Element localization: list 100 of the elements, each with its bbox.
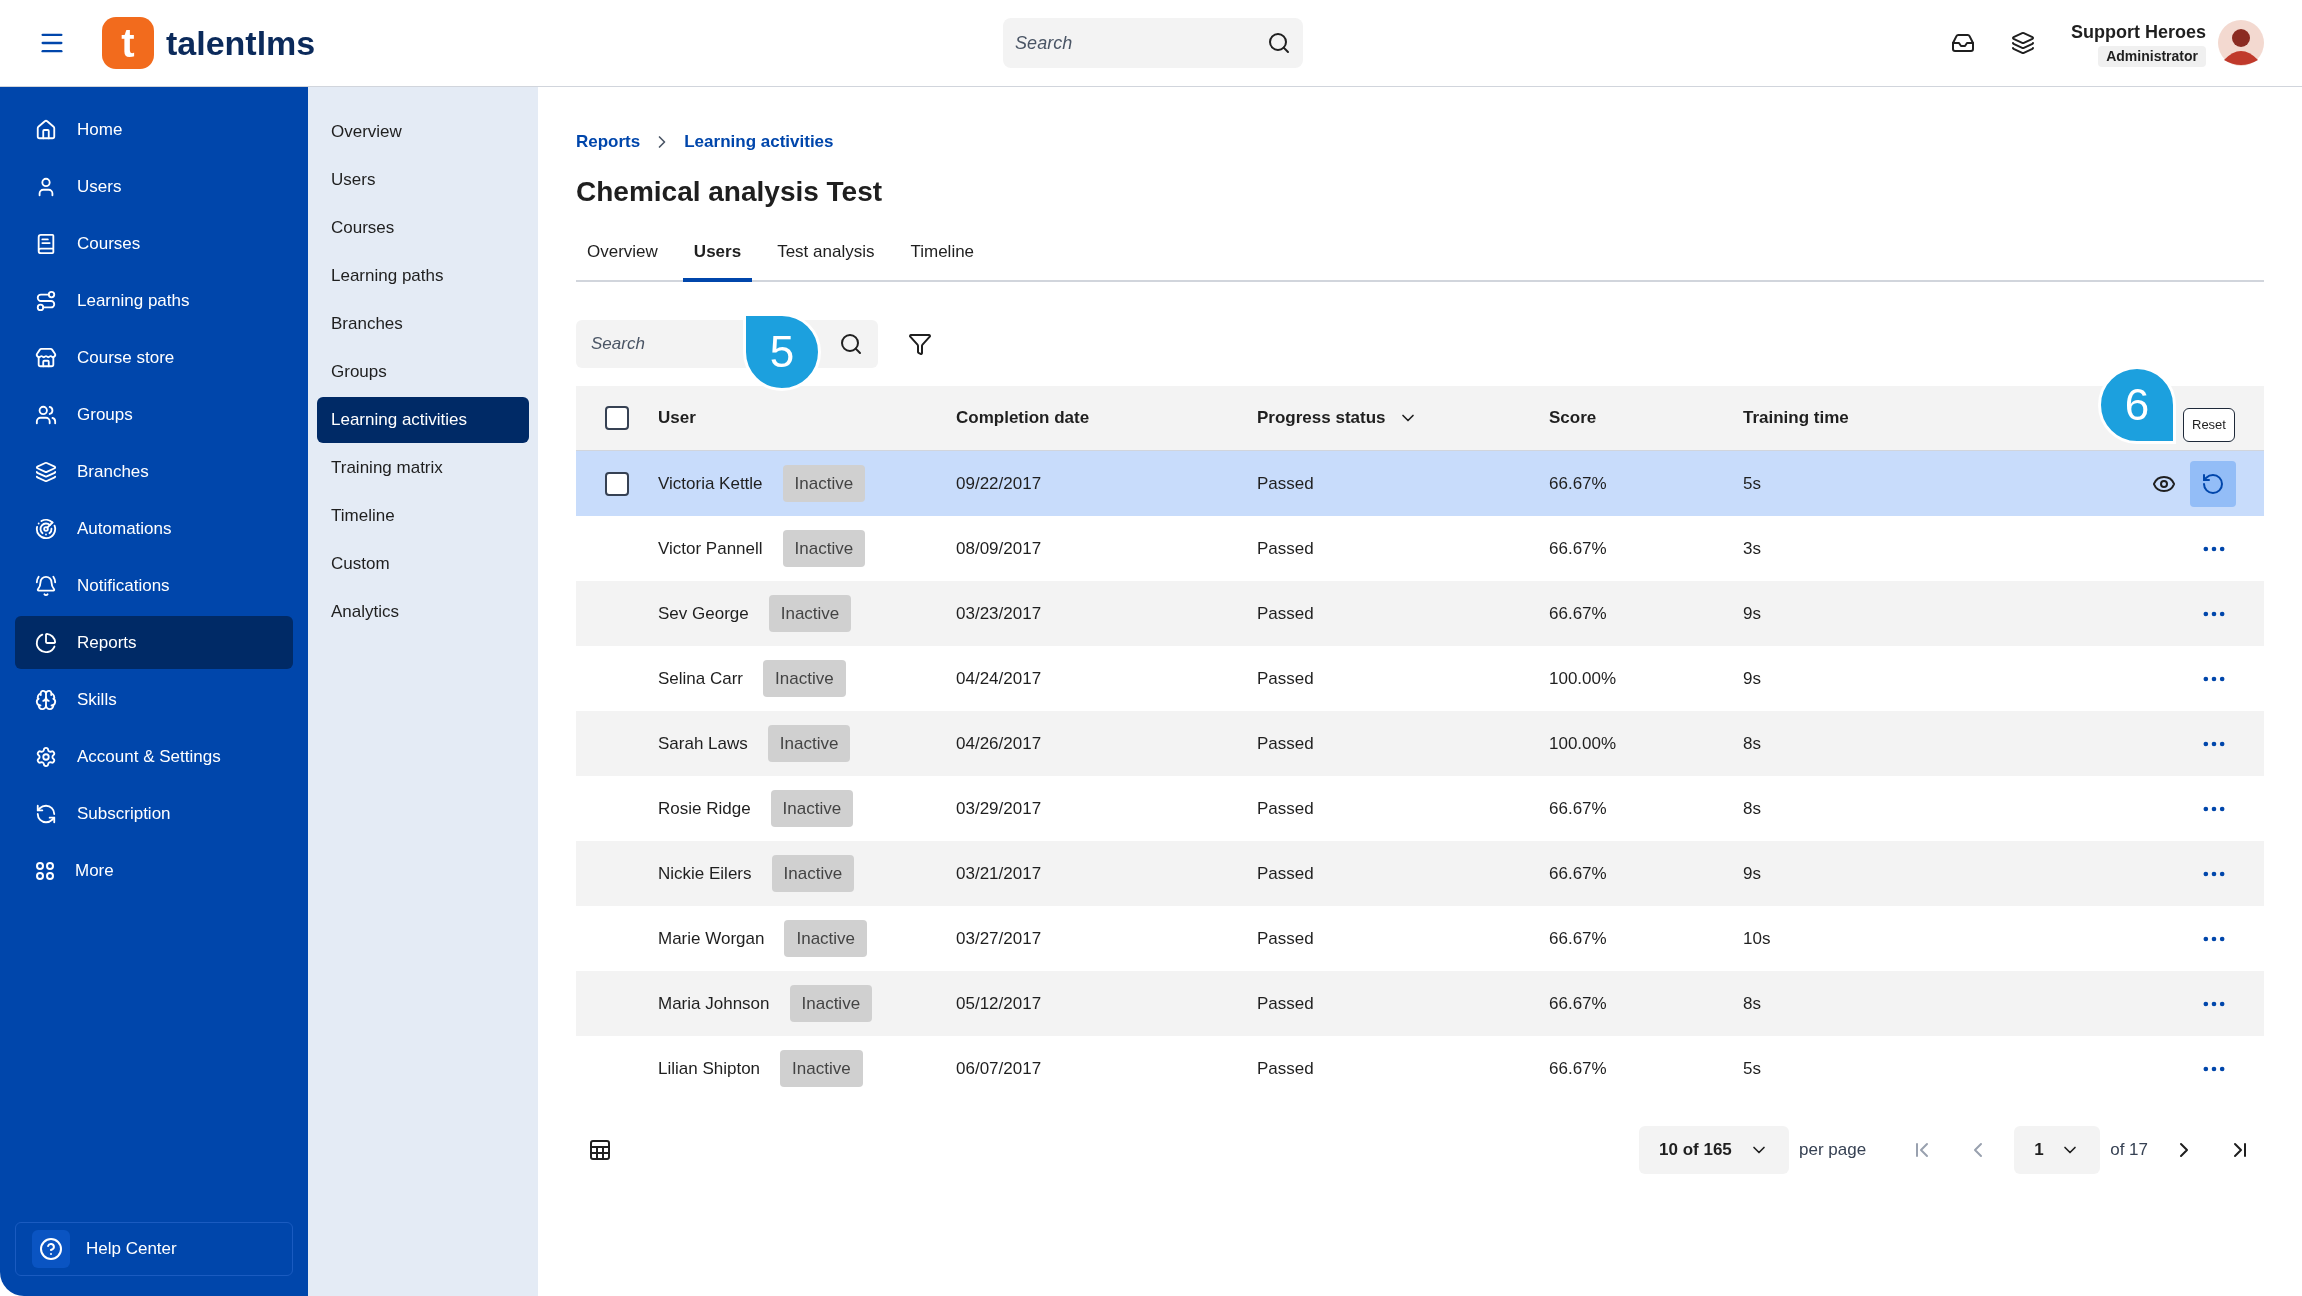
time-cell-text: 3s bbox=[1743, 537, 1761, 560]
subnav-item[interactable]: Overview bbox=[317, 109, 529, 155]
score-cell-text: 66.67% bbox=[1549, 1057, 1607, 1080]
user-name: Support Heroes bbox=[2070, 21, 2206, 44]
subnav-item[interactable]: Groups bbox=[317, 349, 529, 395]
sidebar-item[interactable]: Reports bbox=[15, 616, 293, 669]
subnav-item[interactable]: Courses bbox=[317, 205, 529, 251]
sidebar-item[interactable]: Subscription bbox=[15, 787, 293, 840]
inbox-icon[interactable] bbox=[1950, 31, 1975, 55]
sidebar-item[interactable]: Course store bbox=[15, 331, 293, 384]
search-field[interactable]: Search bbox=[1003, 18, 1304, 68]
reset-button[interactable] bbox=[2190, 460, 2236, 507]
subnav-item[interactable]: Learning activities bbox=[317, 397, 529, 443]
settings-icon bbox=[35, 745, 57, 768]
sidebar-item[interactable]: Automations bbox=[15, 502, 293, 555]
page-select[interactable]: 1 bbox=[2014, 1126, 2101, 1174]
table-row[interactable]: Victoria Kettle Inactive 09/22/2017 Passed 66.67% 5s bbox=[576, 451, 2264, 516]
sidebar-item[interactable]: Groups bbox=[15, 388, 293, 441]
search-icon[interactable] bbox=[839, 332, 863, 356]
subnav-item[interactable]: Learning paths bbox=[317, 253, 529, 299]
subnav-item[interactable]: Training matrix bbox=[317, 445, 529, 491]
status-cell-text: Passed bbox=[1257, 862, 1315, 885]
status-cell-text: Passed bbox=[1257, 732, 1315, 755]
table-row[interactable]: Sarah Laws Inactive 04/26/2017 Passed 100.00% 8s bbox=[576, 711, 2264, 776]
checkbox[interactable] bbox=[605, 406, 629, 430]
status-tag: Inactive bbox=[780, 1049, 863, 1088]
sidebar-item[interactable]: Account & Settings bbox=[15, 730, 293, 783]
tab[interactable]: Overview bbox=[576, 230, 669, 282]
status-tag: Inactive bbox=[768, 594, 852, 633]
brain-icon bbox=[35, 688, 57, 711]
tab[interactable]: Test analysis bbox=[766, 230, 886, 282]
layers-icon[interactable] bbox=[2010, 31, 2035, 55]
subnav-item[interactable]: Custom bbox=[317, 541, 529, 587]
date-cell-text: 04/26/2017 bbox=[956, 732, 1043, 755]
score-cell-text: 100.00% bbox=[1549, 667, 1617, 690]
logo-text: talentlms bbox=[166, 22, 316, 64]
user-name-cell-text: Marie Worgan bbox=[658, 927, 765, 950]
date-cell-text: 06/07/2017 bbox=[956, 1057, 1043, 1080]
user-name-cell-text: Nickie Eilers bbox=[658, 862, 752, 885]
filter-icon[interactable] bbox=[908, 332, 932, 356]
time-cell-text: 5s bbox=[1743, 1057, 1761, 1080]
tab[interactable]: Users bbox=[682, 230, 753, 282]
bell-icon bbox=[35, 574, 57, 597]
sidebar-item[interactable]: Branches bbox=[15, 445, 293, 498]
sidebar-item[interactable]: Home bbox=[15, 103, 293, 156]
sidebar-item[interactable]: Courses bbox=[15, 217, 293, 270]
status-tag: Inactive bbox=[782, 529, 866, 568]
reset-icon bbox=[2201, 471, 2225, 496]
status-tag: Inactive bbox=[789, 984, 873, 1023]
status-tag: Inactive bbox=[771, 854, 855, 893]
time-cell-text: 9s bbox=[1743, 862, 1761, 885]
score-cell-text: 100.00% bbox=[1549, 732, 1617, 755]
per-page-label: per page bbox=[1799, 1139, 1867, 1162]
avatar[interactable] bbox=[2218, 20, 2264, 66]
status-tag: Inactive bbox=[763, 659, 846, 698]
checkbox[interactable] bbox=[605, 471, 629, 496]
step-callout-tooltip: 5 bbox=[743, 313, 821, 391]
tab[interactable]: Timeline bbox=[899, 230, 986, 282]
search-icon[interactable] bbox=[1267, 31, 1292, 55]
time-cell-text: 10s bbox=[1743, 927, 1771, 950]
table-row[interactable]: Maria Johnson Inactive 05/12/2017 Passed 66.67% 8s bbox=[576, 971, 2264, 1036]
layers-icon bbox=[35, 460, 57, 483]
sidebar-item[interactable]: Skills bbox=[15, 673, 293, 726]
status-cell-text: Passed bbox=[1257, 927, 1315, 950]
help-center-button[interactable]: Help Center bbox=[15, 1222, 293, 1276]
book-icon bbox=[35, 232, 57, 255]
column-header: Completion date bbox=[956, 407, 1090, 430]
subnav-item[interactable]: Timeline bbox=[317, 493, 529, 539]
column-header[interactable]: Progress status bbox=[1257, 405, 1418, 431]
score-cell-text: 66.67% bbox=[1549, 537, 1607, 560]
date-cell-text: 03/23/2017 bbox=[956, 602, 1043, 625]
sidebar-item[interactable]: Notifications bbox=[15, 559, 293, 612]
sidebar-item[interactable]: Learning paths bbox=[15, 274, 293, 327]
status-tag: Inactive bbox=[770, 789, 854, 828]
table-row[interactable]: Sev George Inactive 03/23/2017 Passed 66.67% 9s bbox=[576, 581, 2264, 646]
refresh-icon bbox=[35, 802, 57, 825]
sidebar-item[interactable]: Users bbox=[15, 160, 293, 213]
breadcrumb-link[interactable]: Reports bbox=[576, 129, 641, 155]
column-header: Training time bbox=[1743, 407, 1849, 430]
breadcrumb-link[interactable]: Learning activities bbox=[684, 129, 834, 155]
subnav-item[interactable]: Analytics bbox=[317, 589, 529, 635]
table-row[interactable]: Nickie Eilers Inactive 03/21/2017 Passed 66.67% 9s bbox=[576, 841, 2264, 906]
status-cell-text: Passed bbox=[1257, 537, 1315, 560]
user-name-cell-text: Maria Johnson bbox=[658, 992, 770, 1015]
score-cell-text: 66.67% bbox=[1549, 927, 1607, 950]
date-cell-text: 03/27/2017 bbox=[956, 927, 1043, 950]
table-settings-icon[interactable] bbox=[588, 1138, 612, 1162]
per-page-select[interactable]: 10 of 165 bbox=[1639, 1126, 1790, 1174]
user-name-cell-text: Sev George bbox=[658, 602, 749, 625]
help-icon bbox=[39, 1237, 63, 1261]
role-badge: Administrator bbox=[2098, 46, 2206, 67]
sidebar-item[interactable]: More bbox=[15, 844, 293, 897]
column-header: User bbox=[658, 407, 696, 430]
subnav-item[interactable]: Branches bbox=[317, 301, 529, 347]
user-name-cell-text: Selina Carr bbox=[658, 667, 744, 690]
user-name-cell-text: Victor Pannell bbox=[658, 537, 763, 560]
date-cell-text: 04/24/2017 bbox=[956, 667, 1043, 690]
dots-grid-icon bbox=[35, 860, 55, 881]
subnav-item[interactable]: Users bbox=[317, 157, 529, 203]
page-title: Chemical analysis Test bbox=[576, 174, 884, 209]
